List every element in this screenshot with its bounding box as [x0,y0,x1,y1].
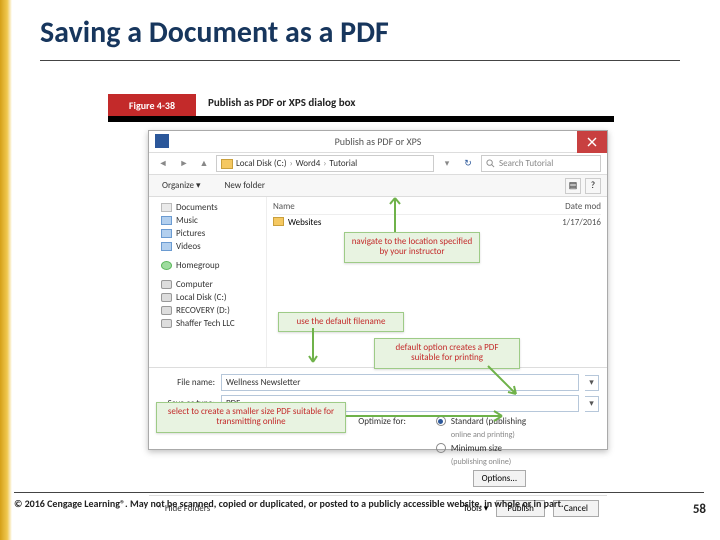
forward-button[interactable]: ► [176,156,192,172]
file-row[interactable]: Websites 1/17/2016 [273,215,601,230]
options-button[interactable]: Options... [473,470,526,487]
radio-standard-sub: online and printing) [451,430,526,440]
tree-music: Music [153,214,262,227]
tree-drive-e: Shaffer Tech LLC [153,317,262,330]
drive-icon [161,319,172,328]
search-placeholder: Search Tutorial [499,158,553,169]
radio-standard[interactable]: Standard (publishing [436,416,526,427]
file-name: Websites [288,217,531,228]
toolbar: Organize ▾ New folder ▤ ? [149,175,607,197]
file-date: 1/17/2016 [531,217,601,228]
path-dropdown[interactable]: ▾ [439,156,455,172]
copyright: © 2016 Cengage Learning®. May not be sca… [14,498,654,511]
optimize-label: Optimize for: [358,416,406,427]
tree-drive-d: RECOVERY (D:) [153,304,262,317]
figure-frame: Figure 4-38 Publish as PDF or XPS dialog… [108,94,614,460]
tree-homegroup: Homegroup [153,259,262,272]
path-seg-2: Word4 [296,158,321,169]
filename-dropdown[interactable]: ▾ [585,375,599,391]
title-rule [40,60,680,61]
word-icon [155,134,169,148]
tree-videos: Videos [153,240,262,253]
filename-field[interactable]: Wellness Newsletter [221,374,579,391]
refresh-button[interactable]: ↻ [460,156,476,172]
callout-filename: use the default filename [278,312,404,332]
music-icon [161,216,172,225]
dialog-titlebar[interactable]: Publish as PDF or XPS [149,131,607,153]
figure-tag: Figure 4-38 [108,94,196,116]
view-button[interactable]: ▤ [565,178,581,194]
slide-title: Saving a Document as a PDF [40,14,389,51]
search-icon [486,159,495,168]
folder-icon [273,217,284,226]
figure-divider [108,116,614,122]
drive-icon [161,293,172,302]
col-name[interactable]: Name [273,201,531,212]
page-number: 58 [693,502,706,517]
help-button[interactable]: ? [585,178,601,194]
homegroup-icon [161,261,172,270]
folder-icon [221,159,233,169]
path-seg-3: Tutorial [329,158,357,169]
folder-tree[interactable]: Documents Music Pictures Videos Homegrou… [149,197,267,367]
radio-icon [436,416,446,426]
callout-navigate: navigate to the location specified by yo… [344,232,480,263]
new-folder-button[interactable]: New folder [218,177,272,194]
close-icon [587,137,597,147]
nav-bar: ◄ ► ▲ Local Disk (C:) › Word4 › Tutorial… [149,153,607,175]
radio-minimum[interactable]: Minimum size [436,443,526,454]
slide: Saving a Document as a PDF Figure 4-38 P… [0,0,720,540]
file-list-header: Name Date mod [273,201,601,215]
radio-icon [436,443,446,453]
tree-computer: Computer [153,278,262,291]
filename-label: File name: [157,377,215,388]
callout-smaller-size: select to create a smaller size PDF suit… [156,402,346,433]
pictures-icon [161,229,172,238]
videos-icon [161,242,172,251]
dialog-title: Publish as PDF or XPS [335,135,422,148]
radio-minimum-sub: (publishing online) [451,457,526,467]
chevron-right-icon: › [323,158,326,169]
drive-icon [161,306,172,315]
chevron-right-icon: › [290,158,293,169]
path-seg-1: Local Disk (C:) [236,158,287,169]
search-input[interactable]: Search Tutorial [481,155,601,172]
tree-pictures: Pictures [153,227,262,240]
up-button[interactable]: ▲ [197,157,211,171]
col-date[interactable]: Date mod [531,201,601,212]
tree-documents: Documents [153,201,262,214]
back-button[interactable]: ◄ [155,156,171,172]
documents-icon [161,203,172,212]
computer-icon [161,280,172,289]
organize-button[interactable]: Organize ▾ [155,177,208,194]
breadcrumb[interactable]: Local Disk (C:) › Word4 › Tutorial [216,155,434,172]
figure-caption: Publish as PDF or XPS dialog box [208,96,355,109]
accent-bar [0,0,12,540]
tree-drive-c: Local Disk (C:) [153,291,262,304]
footer-rule [14,492,704,493]
close-button[interactable] [577,131,607,153]
callout-default-option: default option creates a PDF suitable fo… [374,338,520,369]
saveas-dropdown[interactable]: ▾ [585,396,599,412]
